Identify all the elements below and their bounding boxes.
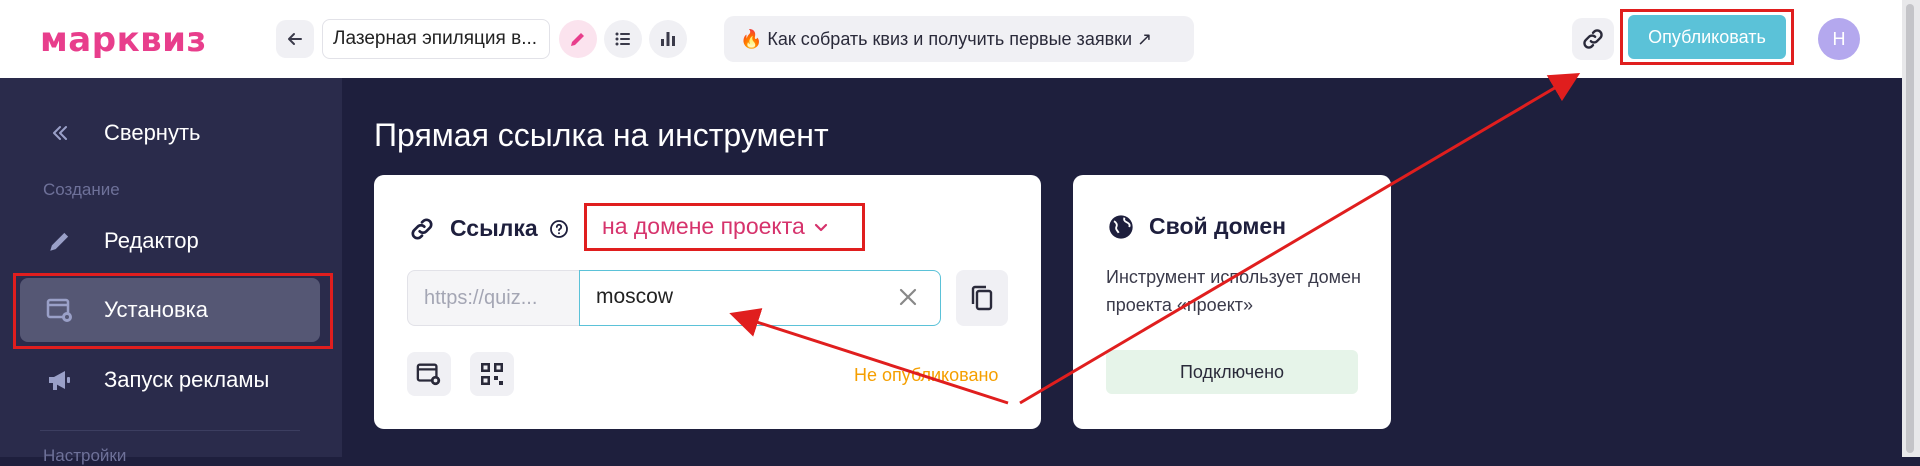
questions-list-button[interactable] — [604, 20, 642, 58]
back-button[interactable] — [276, 20, 314, 58]
url-prefix: https://quiz... — [407, 270, 579, 326]
sidebar-item-install[interactable]: Установка — [20, 278, 320, 342]
sidebar-item-label: Запуск рекламы — [104, 367, 270, 392]
own-domain-title: Свой домен — [1149, 213, 1287, 239]
install-window-icon — [44, 294, 76, 326]
qr-code-icon — [481, 363, 503, 385]
stats-button[interactable] — [649, 20, 687, 58]
url-slug-input[interactable]: moscow — [579, 270, 941, 326]
connected-button[interactable]: Подключено — [1106, 350, 1358, 394]
domain-dropdown[interactable]: на домене проекта — [602, 213, 829, 240]
own-domain-description: Инструмент использует домен проекта «про… — [1106, 267, 1361, 315]
promo-link[interactable]: 🔥 Как собрать квиз и получить первые зая… — [724, 16, 1194, 62]
link-icon — [1583, 29, 1603, 49]
sidebar-collapse-label: Свернуть — [104, 120, 201, 145]
copy-url-button[interactable] — [956, 270, 1008, 326]
arrow-left-icon — [288, 33, 302, 45]
own-domain-card: Свой домен Инструмент использует домен п… — [1073, 175, 1391, 429]
logo[interactable]: марквиз — [40, 20, 207, 60]
link-icon — [411, 218, 433, 240]
embed-settings-button[interactable] — [407, 352, 451, 396]
chevron-down-icon — [814, 223, 827, 231]
edit-button[interactable] — [559, 20, 597, 58]
globe-icon — [1109, 215, 1133, 239]
sidebar-section-settings: Настройки — [43, 446, 127, 465]
list-icon — [615, 32, 630, 46]
url-slug-value: moscow — [596, 285, 674, 308]
sidebar-item-label: Редактор — [104, 228, 199, 253]
qr-code-button[interactable] — [470, 352, 514, 396]
copy-link-button[interactable] — [1572, 18, 1614, 60]
publish-status: Не опубликовано — [854, 365, 999, 385]
bar-chart-icon — [661, 32, 675, 46]
domain-dropdown-value: на домене проекта — [602, 213, 805, 239]
publish-button[interactable]: Опубликовать — [1628, 15, 1786, 59]
install-window-icon — [416, 363, 441, 386]
chevrons-left-icon — [44, 117, 76, 149]
sidebar-item-ads[interactable]: Запуск рекламы — [20, 348, 320, 412]
sidebar-collapse-button[interactable]: Свернуть — [20, 101, 320, 165]
link-label: Ссылка — [450, 215, 538, 241]
avatar[interactable]: Н — [1818, 18, 1860, 60]
scrollbar-thumb[interactable] — [1906, 4, 1914, 453]
pencil-icon — [571, 33, 584, 46]
sidebar-divider — [40, 430, 300, 431]
top-bar: марквиз Лазерная эпиляция в... 🔥 Как соб… — [0, 0, 1902, 78]
link-card: Ссылка на домене проекта https://quiz...… — [374, 175, 1041, 429]
page-title: Прямая ссылка на инструмент — [374, 117, 829, 153]
clear-icon[interactable] — [896, 285, 920, 309]
sidebar-item-label: Установка — [104, 297, 208, 322]
sidebar-section-create: Создание — [43, 180, 120, 199]
quiz-name-field[interactable]: Лазерная эпиляция в... — [322, 19, 550, 59]
help-icon[interactable] — [549, 219, 569, 239]
copy-icon — [971, 285, 993, 311]
pencil-icon — [44, 225, 76, 257]
sidebar-item-editor[interactable]: Редактор — [20, 209, 320, 273]
megaphone-icon — [44, 364, 76, 396]
